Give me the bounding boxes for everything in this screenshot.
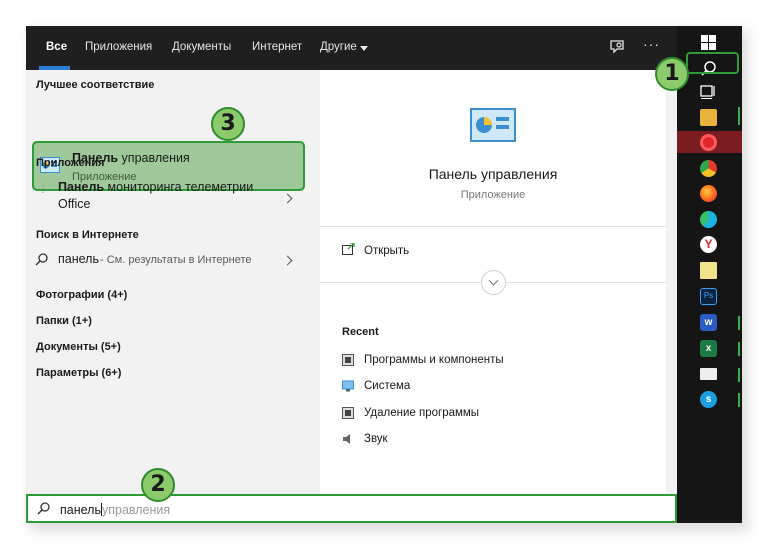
speaker-icon	[343, 434, 350, 444]
preview-subtitle: Приложение	[460, 189, 526, 201]
active-app-marker	[738, 316, 740, 330]
preview-title: Панель управления	[428, 166, 558, 182]
chevron-right-icon	[282, 193, 293, 204]
start-search-window: Все Приложения Документы Интернет Другие…	[26, 26, 742, 523]
open-action[interactable]: Открыть	[320, 240, 666, 264]
recent-item-label: Программы и компоненты	[364, 354, 504, 366]
monitor-icon	[342, 380, 354, 392]
open-label: Открыть	[364, 245, 410, 257]
search-text: панельуправления	[60, 503, 170, 517]
edge-icon[interactable]	[700, 211, 717, 228]
search-icon	[35, 253, 48, 266]
preview-pane: Панель управления Приложение Открыть Rec…	[320, 70, 666, 494]
category-documents[interactable]: Документы (5+)	[36, 341, 121, 353]
tab-all[interactable]: Все	[46, 41, 67, 53]
yandex-icon[interactable]: Y	[700, 236, 717, 253]
active-app-marker	[738, 368, 740, 382]
apps-heading: Приложения	[36, 157, 105, 169]
feedback-icon[interactable]	[608, 38, 626, 56]
chevron-down-icon	[360, 46, 368, 51]
opera-icon[interactable]	[700, 134, 717, 151]
search-typed-text: панель	[60, 503, 101, 517]
recent-item-label: Система	[364, 380, 411, 392]
tab-web[interactable]: Интернет	[252, 41, 302, 53]
mail-icon[interactable]	[700, 368, 717, 380]
chevron-right-icon	[282, 255, 293, 266]
taskbar-search-highlight	[686, 52, 739, 74]
excel-icon[interactable]: x	[700, 340, 717, 357]
search-tabs-bar: Все Приложения Документы Интернет Другие…	[26, 26, 677, 70]
best-match-heading: Лучшее соответствие	[36, 79, 155, 91]
programs-icon	[342, 354, 354, 366]
divider	[320, 226, 666, 227]
search-autocomplete: управления	[101, 503, 171, 517]
app-result-title-line2: Office	[58, 197, 91, 211]
category-photos[interactable]: Фотографии (4+)	[36, 289, 127, 301]
active-app-marker	[738, 342, 740, 356]
app-list-icon: ⋮	[38, 184, 48, 195]
step-2-badge: 2	[141, 468, 175, 502]
step-1-badge: 1	[655, 57, 689, 91]
recent-heading: Recent	[342, 326, 379, 338]
app-result-title: Панель мониторинга телеметрии	[58, 180, 254, 194]
divider	[320, 282, 481, 283]
search-icon	[37, 502, 50, 515]
tab-documents[interactable]: Документы	[172, 41, 231, 53]
web-query: панель	[58, 252, 99, 266]
control-panel-icon	[470, 108, 516, 142]
tab-more[interactable]: Другие	[320, 41, 357, 53]
divider	[506, 282, 666, 283]
open-icon	[342, 243, 355, 255]
web-search-heading: Поиск в Интернете	[36, 229, 139, 241]
step-3-badge: 3	[211, 107, 245, 141]
active-app-marker	[738, 107, 740, 125]
chrome-icon[interactable]	[700, 160, 717, 177]
web-search-result[interactable]: панель - См. результаты в Интернете	[26, 248, 320, 274]
photoshop-icon[interactable]: Ps	[700, 288, 717, 305]
app-result-telemetry[interactable]: ⋮ Панель мониторинга телеметрии Office	[26, 176, 320, 216]
chevron-down-icon	[488, 275, 499, 286]
taskbar: Y Ps w x s	[677, 26, 742, 523]
more-options-icon[interactable]: ···	[643, 36, 660, 52]
web-hint: - См. результаты в Интернете	[100, 254, 252, 266]
recent-item-label: Звук	[364, 433, 388, 445]
firefox-icon[interactable]	[700, 185, 717, 202]
active-app-marker	[738, 393, 740, 407]
skype-icon[interactable]: s	[700, 391, 717, 408]
category-folders[interactable]: Папки (1+)	[36, 315, 92, 327]
notepad-icon[interactable]	[700, 262, 717, 279]
programs-icon	[342, 407, 354, 419]
expand-button[interactable]	[481, 270, 506, 295]
recent-item-label: Удаление программы	[364, 407, 480, 419]
file-explorer-icon[interactable]	[700, 109, 717, 126]
word-icon[interactable]: w	[700, 314, 717, 331]
tab-apps[interactable]: Приложения	[85, 41, 152, 53]
windows-start-icon[interactable]	[700, 34, 717, 51]
task-view-icon[interactable]	[700, 83, 717, 100]
category-settings[interactable]: Параметры (6+)	[36, 367, 121, 379]
search-input[interactable]: панельуправления	[26, 494, 677, 523]
results-list: Лучшее соответствие Панель управления Пр…	[26, 70, 320, 494]
